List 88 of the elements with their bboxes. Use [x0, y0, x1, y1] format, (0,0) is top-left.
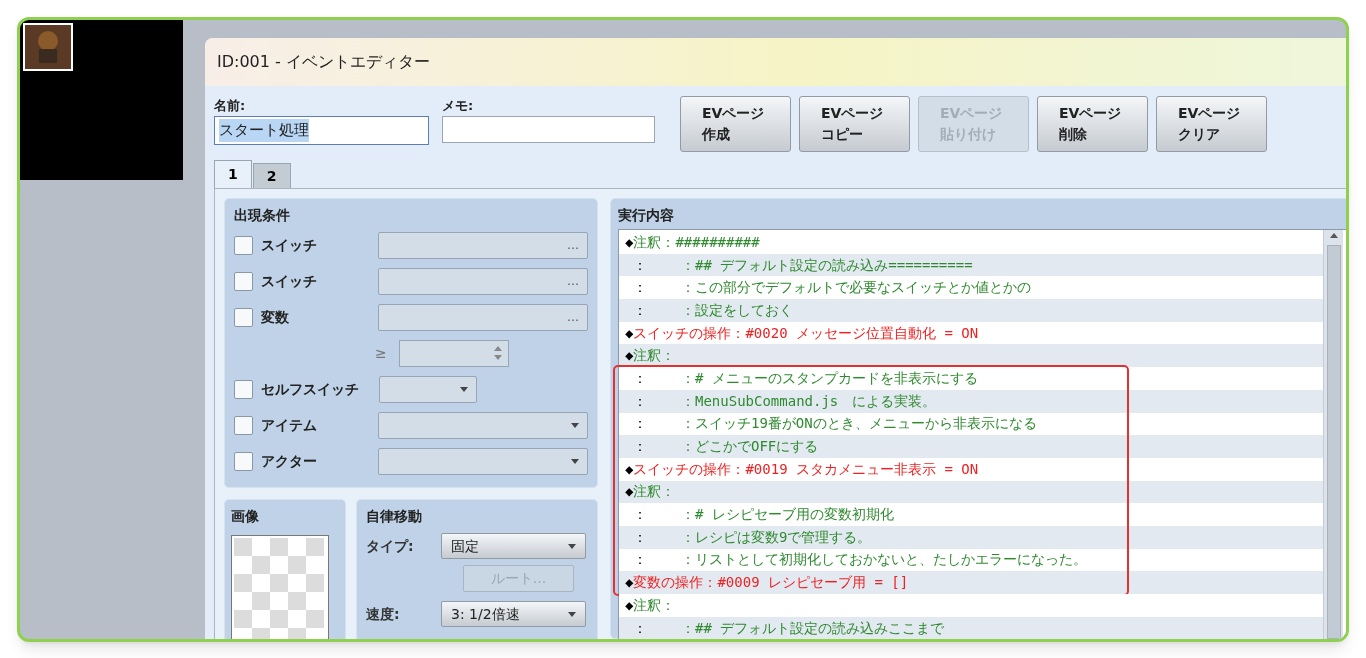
line-marker: ： — [632, 437, 648, 457]
comment-line: ：## デフォルト設定の読み込みここまで — [681, 618, 945, 638]
command-line: スイッチの操作：#0019 スタカメニュー非表示 = ON — [633, 459, 979, 479]
spinner-arrows-icon — [493, 345, 502, 361]
line-marker: ◆ — [625, 595, 634, 615]
type-dropdown[interactable]: 固定 — [441, 533, 586, 559]
condition-label: スイッチ — [261, 235, 318, 255]
picker-field[interactable]: … — [377, 231, 588, 259]
dropdown-field[interactable] — [379, 375, 477, 403]
line-marker: ◆ — [625, 459, 634, 479]
dropdown-caret-icon — [571, 422, 579, 428]
dropdown-caret-icon — [568, 611, 576, 617]
page-button[interactable]: EVページ 作成 — [680, 96, 791, 152]
line-marker: ◆ — [625, 323, 634, 343]
dropdown-caret-icon — [568, 543, 576, 549]
window-title: ID:001 - イベントエディター — [217, 51, 430, 73]
name-value: スタート処理 — [219, 119, 309, 142]
ellipsis-icon: … — [567, 272, 579, 290]
line-marker: ： — [632, 618, 648, 638]
checkbox[interactable] — [234, 307, 253, 327]
checkbox[interactable] — [234, 235, 253, 255]
line-marker: ： — [632, 414, 648, 434]
name-field[interactable]: スタート処理 — [214, 116, 429, 145]
ellipsis-icon: … — [567, 308, 579, 326]
comment-line: ：リストとして初期化しておかないと、たしかエラーになった。 — [681, 550, 1087, 570]
comment-line: ：スイッチ19番がONのとき、メニューから非表示になる — [681, 414, 1037, 434]
comment-line: ：この部分でデフォルトで必要なスイッチとか値とかの — [681, 278, 1031, 298]
checkbox[interactable] — [234, 415, 253, 435]
comment-line: ：## デフォルト設定の読み込み========== — [681, 255, 973, 275]
checkbox[interactable] — [234, 451, 253, 471]
condition-label: スイッチ — [261, 271, 318, 291]
panel-title: 出現条件 — [234, 206, 291, 225]
scroll-up-arrow-icon[interactable] — [1329, 233, 1338, 238]
page-tab[interactable]: 1 — [214, 160, 252, 188]
command-line: 変数の操作：#0009 レシピセーブ用 = [] — [633, 573, 909, 593]
checkbox[interactable] — [234, 271, 253, 291]
line-marker: ◆ — [625, 482, 634, 502]
dropdown-caret-icon — [571, 458, 579, 464]
comment-line: ：どこかでOFFにする — [681, 437, 819, 457]
comment-line: ：レシピは変数9で管理する。 — [681, 527, 872, 547]
command-line: スイッチの操作：#0020 メッセージ位置自動化 = ON — [633, 323, 979, 343]
line-marker: ： — [632, 550, 648, 570]
comment-line: ：設定をしておく — [681, 300, 793, 320]
page-button[interactable]: EVページ コピー — [799, 96, 910, 152]
line-marker: ◆ — [625, 232, 634, 252]
line-marker: ： — [632, 278, 648, 298]
command-line: 注釈： — [633, 482, 676, 502]
line-marker: ◆ — [625, 573, 634, 593]
ellipsis-icon: … — [567, 236, 579, 254]
command-line: 注釈：########## — [633, 232, 760, 252]
dropdown-caret-icon — [460, 386, 468, 392]
line-marker: ： — [632, 368, 648, 388]
checkbox[interactable] — [234, 379, 253, 399]
dropdown-field[interactable] — [377, 447, 588, 475]
comment-line: ：# レシピセーブ用の変数初期化 — [681, 505, 894, 525]
field-label: 名前: — [214, 97, 247, 115]
panel-title: 自律移動 — [366, 507, 423, 526]
command-line: 注釈： — [633, 346, 676, 366]
page-button[interactable]: EVページ 削除 — [1037, 96, 1148, 152]
memo-field[interactable] — [442, 116, 655, 143]
field-label: 速度: — [366, 604, 401, 624]
command-line: 注釈： — [633, 595, 676, 615]
condition-label: アクター — [261, 451, 318, 471]
line-marker: ： — [632, 300, 648, 320]
condition-label: 変数 — [261, 307, 290, 327]
condition-label: アイテム — [261, 415, 318, 435]
comment-line: ：# メニューのスタンプカードを非表示にする — [681, 368, 978, 388]
condition-label: セルフスイッチ — [261, 379, 360, 399]
line-marker: ： — [632, 391, 648, 411]
speed-dropdown[interactable]: 3: 1/2倍速 — [441, 601, 586, 627]
scrollbar[interactable] — [1323, 230, 1343, 639]
line-marker: ： — [632, 505, 648, 525]
comment-line: ：MenuSubCommand.js による実装。 — [681, 391, 937, 411]
panel-title: 実行内容 — [618, 206, 675, 225]
line-marker: ◆ — [625, 346, 634, 366]
number-field[interactable] — [398, 339, 509, 367]
field-label: タイプ: — [366, 536, 415, 556]
picker-field[interactable]: … — [377, 267, 588, 295]
dropdown-field[interactable] — [377, 411, 588, 439]
line-marker: ： — [632, 527, 648, 547]
page-button[interactable]: EVページ クリア — [1156, 96, 1267, 152]
scrollbar-thumb[interactable] — [1326, 245, 1341, 639]
comparison-symbol: ≥ — [375, 343, 387, 363]
picker-field[interactable]: … — [377, 303, 588, 331]
panel-title: 画像 — [231, 507, 260, 526]
page-tab[interactable]: 2 — [252, 163, 291, 188]
field-label: メモ: — [442, 97, 475, 115]
line-marker: ： — [632, 255, 648, 275]
